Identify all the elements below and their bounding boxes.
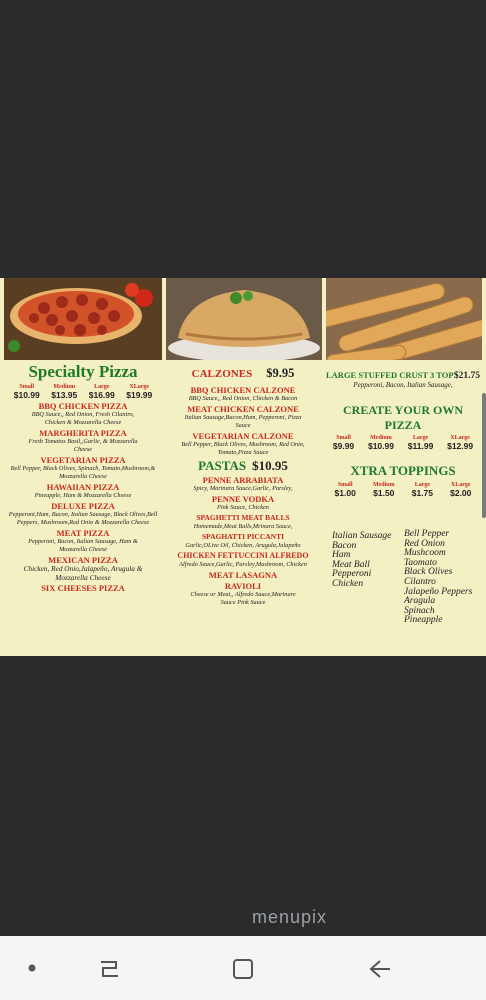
menu-item-desc: Spicy, Marinara Sauce,Garlic, Parsley, xyxy=(193,485,293,492)
specialty-title: Specialty Pizza xyxy=(28,362,138,381)
topping-item: Pineapple xyxy=(404,615,443,626)
stuffed-crust-title: LARGE STUFFED CRUST 3 TOP xyxy=(326,370,454,380)
pizza-illustration xyxy=(4,278,162,360)
pastas-header: PASTAS $10.95 xyxy=(168,458,318,474)
menu-item-desc: Homemade,Meat Balls,Mrinara Sauce, xyxy=(193,523,293,530)
xtra-price-row: Small $1.00 Medium $1.50 Large $1.75 XLarge… xyxy=(326,482,480,498)
size-small: Small $1.00 xyxy=(334,482,356,498)
calzones-price: $9.95 xyxy=(266,366,295,380)
calzone-illustration xyxy=(166,278,322,360)
size-xlarge: XLarge $2.00 xyxy=(450,482,472,498)
size-small: Small $10.99 xyxy=(13,384,40,400)
menupix-watermark: menupix xyxy=(252,907,328,927)
specialty-pizza-section: Specialty Pizza Small $10.99 Medium $13.95… xyxy=(8,362,158,593)
right-column: LARGE STUFFED CRUST 3 TOP $21.75 Peppero… xyxy=(326,370,480,498)
menu-item-name: VEGETARIAN PIZZA xyxy=(40,455,126,465)
menu-item-desc: BBQ Sauce,, Red Onion, Chicken & Bacon xyxy=(188,395,298,402)
breadsticks-photo xyxy=(326,278,482,360)
menu-item-name: DELUXE PIZZA xyxy=(51,501,115,511)
menu-item-desc: Pink Sauce, Chicken xyxy=(217,504,269,511)
menu-item-name: VEGETARIAN CALZONE xyxy=(192,431,294,441)
menu-item-name: MEAT PIZZA xyxy=(56,528,110,538)
home-icon[interactable] xyxy=(232,958,254,980)
menu-item-desc: Pepperoni, Bacon, Italian Sausage, Ham &… xyxy=(28,538,138,553)
menu-item-name: RAVIOLI xyxy=(224,581,262,591)
create-title: CREATE YOUR OWN PIZZA xyxy=(342,403,463,432)
size-large: Large $1.75 xyxy=(411,482,433,498)
size-large: Large $16.99 xyxy=(88,384,115,400)
menu-item-desc: Pineapple, Ham & Mozzarella Cheese xyxy=(34,492,132,499)
size-small: Small $9.99 xyxy=(332,435,355,451)
menu-item-name: HAWAIIAN PIZZA xyxy=(46,482,120,492)
pastas-price: $10.95 xyxy=(252,458,288,473)
menu-item-desc: BBQ Sauce,, Red Onion, Fresh Cilantro, C… xyxy=(31,411,135,426)
menu-item-desc: Bell Pepper, Black Olives, Spinach, Toma… xyxy=(10,465,156,480)
calzone-photo xyxy=(166,278,322,360)
menu-item-name: CHICKEN FETTUCCINI ALFREDO xyxy=(177,551,309,560)
menu-item-name: SPAGHETTI MEAT BALLS xyxy=(196,513,290,522)
menu-item-name: MEAT CHICKEN CALZONE xyxy=(187,404,299,414)
android-nav-bar xyxy=(0,936,486,1000)
stuffed-crust-price: $21.75 xyxy=(453,371,480,381)
menu-item-desc: Fresh Tomatos Basil,,Garlic, & Mozzarell… xyxy=(28,438,138,453)
menu-item-name: SPAGHATTI PICCANTI xyxy=(201,532,285,541)
scrollbar[interactable] xyxy=(482,393,486,518)
menu-item-name: MARGHERITA PIZZA xyxy=(39,428,127,438)
menu-item-name: MEAT LASAGNA xyxy=(208,570,278,580)
size-xlarge: XLarge $12.99 xyxy=(447,435,474,451)
size-medium: Medium $13.95 xyxy=(51,384,78,400)
menu-item-desc: Pepperoni,Ham, Bacon, Italian Sausage, B… xyxy=(8,511,158,526)
create-price-row: Small $9.99 Medium $10.99 Large $11.99 XLar… xyxy=(326,435,480,451)
toppings-list-right: Bell Pepper Red Onion Mushcoom Taomato B… xyxy=(404,529,472,626)
menu-item-name: BBQ CHICKEN CALZONE xyxy=(190,385,296,395)
size-medium: Medium $1.50 xyxy=(372,482,395,498)
topping-item: Chicken xyxy=(332,578,364,589)
menu-item-desc: Garlic,OLive Oil, Chicken, Arugula,Jalap… xyxy=(185,542,301,549)
calzones-header: CALZONES $9.95 xyxy=(168,366,318,381)
menu-item-name: SIX CHEESES PIZZA xyxy=(41,583,125,593)
stuffed-crust-header: LARGE STUFFED CRUST 3 TOP $21.75 xyxy=(326,370,480,381)
back-icon[interactable] xyxy=(368,958,392,980)
menu-item-desc: Chicken, Red Onio,Jalapeño, Arugula & Mo… xyxy=(23,564,143,582)
menu-image: Specialty Pizza Small $10.99 Medium $13.95… xyxy=(0,278,486,656)
dot-icon[interactable] xyxy=(28,964,36,972)
breadsticks-illustration xyxy=(326,278,482,360)
size-medium: Medium $10.99 xyxy=(367,435,394,451)
calzones-title: CALZONES xyxy=(191,368,253,380)
size-xlarge: XLarge $19.99 xyxy=(126,384,153,400)
menu-item-name: BBQ CHICKEN PIZZA xyxy=(38,401,128,411)
menu-item-name: PENNE ARRABIATA xyxy=(202,475,284,485)
menu-item-desc: Bell Pepper, Black Olives, Mushroom, Red… xyxy=(181,441,305,456)
pastas-title: PASTAS xyxy=(198,458,247,473)
menu-item-desc: Alfredo Sauce,Garlic, Parsley,Mushroom, … xyxy=(179,561,307,568)
pizza-photo xyxy=(4,278,162,360)
xtra-title: XTRA TOPPINGS xyxy=(350,463,456,478)
menu-item-desc: Cheese or Meat,, Alfredo Sauce,Marinare … xyxy=(190,591,296,606)
size-large: Large $11.99 xyxy=(407,435,434,451)
menu-item-desc: Italian Sausage,Bacon,Ham, Pepperoni, Pi… xyxy=(184,414,302,429)
specialty-price-row: Small $10.99 Medium $13.95 Large $16.99 XLa… xyxy=(8,384,158,400)
recent-apps-icon[interactable] xyxy=(98,958,120,980)
toppings-list-left: Italian Sausage Bacon Ham Meat Ball Pepp… xyxy=(332,531,391,590)
calzones-pastas-section: CALZONES $9.95 BBQ CHICKEN CALZONE BBQ S… xyxy=(168,366,318,607)
stuffed-crust-desc: Pepperoni, Bacon, Italian Sausage, xyxy=(353,381,453,389)
menu-item-name: PENNE VODKA xyxy=(211,494,275,504)
